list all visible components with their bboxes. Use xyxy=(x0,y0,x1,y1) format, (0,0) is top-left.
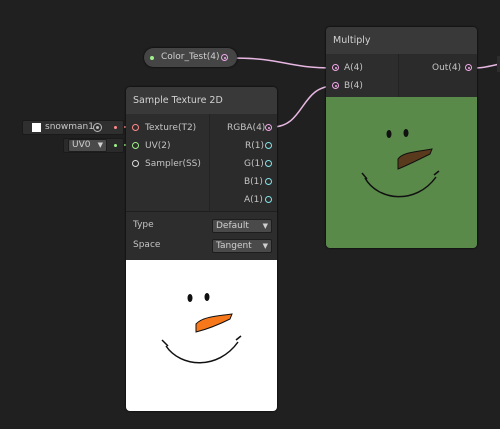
texture-field-connector-dot xyxy=(114,126,117,129)
multiply-input-b-label: B(4) xyxy=(344,81,363,91)
multiply-output-row: Out(4) xyxy=(399,60,477,76)
a-output-label: A(1) xyxy=(244,195,263,205)
texture-inline-field[interactable]: snowman1 xyxy=(22,120,124,135)
b-output-port[interactable] xyxy=(265,178,272,185)
b-output-label: B(1) xyxy=(244,177,263,187)
multiply-output-port-dot xyxy=(467,66,470,69)
texture-input-port[interactable] xyxy=(132,124,139,131)
multiply-node[interactable]: Multiply A(4) B(4) Out(4) xyxy=(326,27,477,248)
multiply-input-a-label: A(4) xyxy=(344,63,363,73)
wire-rgba-to-multiply-b[interactable] xyxy=(271,85,335,128)
space-dropdown-value: Tangent xyxy=(216,241,252,251)
multiply-input-b-port-dot xyxy=(334,84,337,87)
g-output-row: G(1) xyxy=(209,156,277,172)
multiply-node-title[interactable]: Multiply xyxy=(326,27,477,54)
uv-field-connector-dot xyxy=(114,144,117,147)
object-picker-icon-dot xyxy=(96,126,99,129)
b-output-row: B(1) xyxy=(209,174,277,190)
sample-texture-preview xyxy=(126,260,277,411)
rgba-output-port-dot xyxy=(267,126,270,129)
uv-input-label: UV(2) xyxy=(145,141,171,151)
color-property-label: Color_Test(4) xyxy=(161,52,220,62)
color-output-port-dot xyxy=(223,56,226,59)
a-output-port[interactable] xyxy=(265,196,272,203)
sample-texture-2d-node[interactable]: Sample Texture 2D Texture(T2) UV(2) Samp… xyxy=(126,87,277,411)
sampler-input-port[interactable] xyxy=(132,160,139,167)
space-label: Space xyxy=(133,240,161,250)
multiply-output-label: Out(4) xyxy=(432,63,462,73)
property-dot-icon xyxy=(150,56,154,60)
r-output-label: R(1) xyxy=(245,141,265,151)
g-output-label: G(1) xyxy=(244,159,264,169)
texture-input-label: Texture(T2) xyxy=(145,123,197,133)
r-output-row: R(1) xyxy=(209,138,277,154)
texture-field-value: snowman1 xyxy=(45,122,94,132)
space-dropdown[interactable]: Tangent ▼ xyxy=(212,239,272,253)
snowman-face-preview xyxy=(161,293,242,364)
uv-input-port[interactable] xyxy=(132,142,139,149)
uv-inline-field[interactable]: UV0 ▼ xyxy=(63,138,124,153)
g-output-port[interactable] xyxy=(265,160,272,167)
chevron-down-icon: ▼ xyxy=(97,141,103,149)
uv-dropdown-value: UV0 xyxy=(72,140,91,150)
type-dropdown[interactable]: Default ▼ xyxy=(212,219,272,233)
r-output-port[interactable] xyxy=(265,142,272,149)
a-output-row: A(1) xyxy=(209,192,277,208)
multiply-preview xyxy=(326,97,477,248)
type-label: Type xyxy=(133,220,154,230)
chevron-down-icon: ▼ xyxy=(262,222,268,230)
rgba-output-label: RGBA(4) xyxy=(227,123,266,133)
multiply-input-a-port-dot xyxy=(334,66,337,69)
color-property-node[interactable]: Color_Test(4) xyxy=(144,48,237,67)
sample-texture-node-title[interactable]: Sample Texture 2D xyxy=(126,87,277,114)
settings-divider xyxy=(126,211,277,212)
snowman-face-preview-green xyxy=(361,129,440,198)
sampler-input-label: Sampler(SS) xyxy=(145,159,201,169)
texture-swatch-icon xyxy=(32,123,41,132)
uv-dropdown[interactable]: UV0 ▼ xyxy=(68,139,107,152)
chevron-down-icon: ▼ xyxy=(262,242,268,250)
wire-color-to-multiply-a[interactable] xyxy=(231,57,335,69)
rgba-output-row: RGBA(4) xyxy=(209,120,277,136)
type-dropdown-value: Default xyxy=(216,221,249,231)
